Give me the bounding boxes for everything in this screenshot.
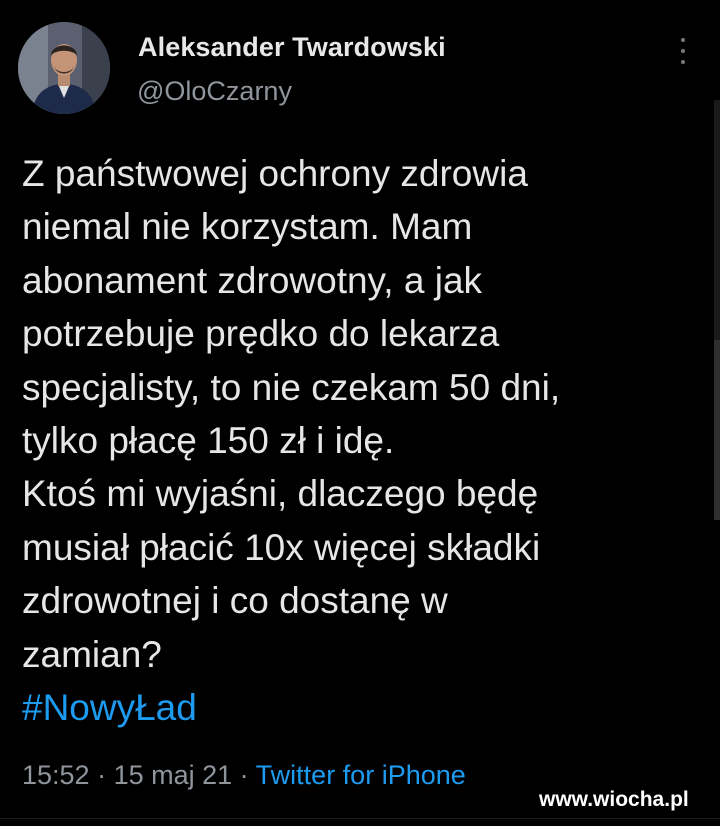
tweet-date: 15 maj 21 — [113, 760, 233, 790]
divider — [0, 818, 720, 819]
avatar-photo — [18, 22, 110, 114]
author-handle[interactable]: @OloCzarny — [137, 76, 292, 107]
scrollbar-thumb[interactable] — [714, 340, 720, 520]
tweet-text-line: Z państwowej ochrony zdrowia — [22, 153, 528, 194]
tweet-text-line: niemal nie korzystam. Mam — [22, 206, 473, 248]
tweet-text-line: zamian? — [22, 633, 162, 675]
watermark: www.wiocha.pl — [539, 788, 689, 811]
tweet-text-line: Ktoś mi wyjaśni, dlaczego będę — [22, 473, 539, 515]
tweet-text-line: zdrowotnej i co dostanę w — [22, 580, 448, 622]
author-name[interactable]: Aleksander Twardowski — [138, 32, 446, 63]
tweet-text-line: tylko płacę 150 zł i idę. — [22, 420, 395, 462]
tweet-text-line: musiał płacić 10x więcej składki — [22, 526, 541, 568]
tweet-text-line: specjalisty, to nie czekam 50 dni, — [22, 366, 561, 408]
hashtag-link[interactable]: #NowyŁad — [22, 681, 702, 734]
tweet-text-line: potrzebuje prędko do lekarza — [22, 313, 500, 355]
tweet-time: 15:52 — [22, 760, 90, 790]
tweet-header: Aleksander Twardowski @OloCzarny — [0, 0, 720, 130]
avatar[interactable] — [18, 22, 110, 114]
meta-separator: · — [89, 760, 114, 790]
more-vertical-icon[interactable] — [678, 38, 688, 64]
tweet-source-link[interactable]: Twitter for iPhone — [256, 760, 466, 790]
tweet-text-line: abonament zdrowotny, a jak — [22, 259, 483, 301]
tweet-text: Z państwowej ochrony zdrowia niemal nie … — [22, 147, 702, 734]
tweet-meta: 15:52 · 15 maj 21 · Twitter for iPhone — [22, 760, 466, 791]
meta-separator: · — [232, 760, 256, 790]
